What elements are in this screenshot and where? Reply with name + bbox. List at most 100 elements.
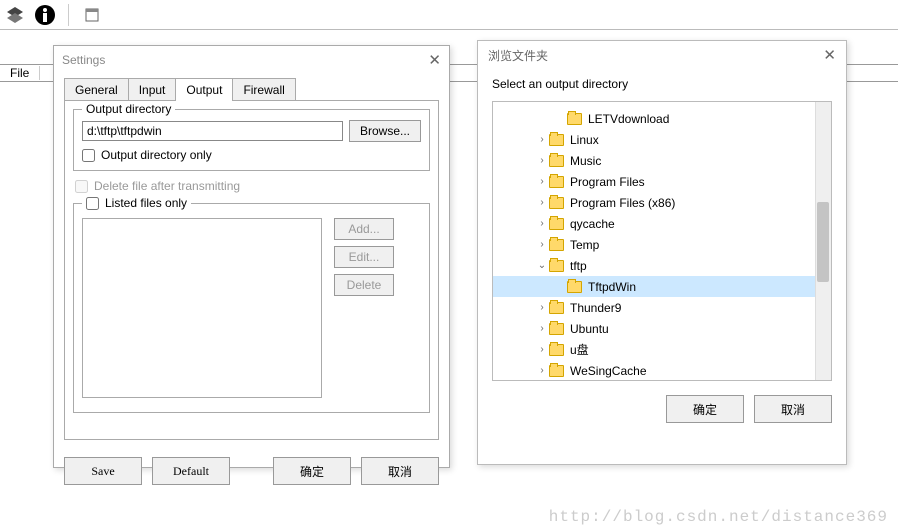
listed-files-group: Listed files only Add... Edit... Delete bbox=[73, 203, 430, 413]
settings-ok-button[interactable]: 确定 bbox=[273, 457, 351, 485]
folder-icon bbox=[549, 323, 564, 335]
app-icon[interactable] bbox=[4, 4, 26, 26]
tree-item-label: Ubuntu bbox=[570, 322, 609, 336]
close-icon[interactable]: ✕ bbox=[428, 51, 441, 69]
browse-cancel-button[interactable]: 取消 bbox=[754, 395, 832, 423]
tree-scrollbar[interactable] bbox=[815, 102, 831, 380]
browse-prompt: Select an output directory bbox=[478, 69, 846, 101]
chevron-right-icon[interactable]: › bbox=[535, 239, 549, 250]
tree-item[interactable]: › Program Files bbox=[493, 171, 831, 192]
folder-tree-wrap: LETVdownload›Linux›Music›Program Files›P… bbox=[492, 101, 832, 381]
close-icon[interactable]: ✕ bbox=[823, 46, 836, 64]
delete-after-label: Delete file after transmitting bbox=[94, 179, 240, 193]
window-icon[interactable] bbox=[81, 4, 103, 26]
folder-icon bbox=[567, 113, 582, 125]
browse-ok-button[interactable]: 确定 bbox=[666, 395, 744, 423]
folder-icon bbox=[549, 260, 564, 272]
tree-item-label: Temp bbox=[570, 238, 599, 252]
listed-files-only-box[interactable] bbox=[86, 197, 99, 210]
output-directory-group: Output directory Browse... Output direct… bbox=[73, 109, 430, 171]
tree-item[interactable]: LETVdownload bbox=[493, 108, 831, 129]
delete-after-checkbox: Delete file after transmitting bbox=[75, 179, 428, 193]
tree-item[interactable]: › u盘 bbox=[493, 339, 831, 360]
tree-item[interactable]: › Temp bbox=[493, 234, 831, 255]
toolbar-separator bbox=[68, 4, 69, 26]
output-directory-only-label: Output directory only bbox=[101, 148, 212, 162]
folder-icon bbox=[549, 134, 564, 146]
settings-tabs: General Input Output Firewall bbox=[64, 78, 439, 101]
tree-item[interactable]: TftpdWin bbox=[493, 276, 831, 297]
folder-icon bbox=[549, 344, 564, 356]
tree-item-label: TftpdWin bbox=[588, 280, 636, 294]
output-directory-input[interactable] bbox=[82, 121, 343, 141]
tree-item[interactable]: › Ubuntu bbox=[493, 318, 831, 339]
column-file[interactable]: File bbox=[0, 66, 40, 80]
add-button: Add... bbox=[334, 218, 394, 240]
browse-button[interactable]: Browse... bbox=[349, 120, 421, 142]
tab-input[interactable]: Input bbox=[128, 78, 177, 101]
browse-folder-dialog: 浏览文件夹 ✕ Select an output directory LETVd… bbox=[477, 40, 847, 465]
tree-item[interactable]: › Music bbox=[493, 150, 831, 171]
chevron-right-icon[interactable]: › bbox=[535, 134, 549, 145]
browse-title-text: 浏览文件夹 bbox=[488, 47, 548, 64]
chevron-right-icon[interactable]: › bbox=[535, 155, 549, 166]
delete-after-box bbox=[75, 180, 88, 193]
listed-files-only-label: Listed files only bbox=[105, 196, 187, 210]
tree-item-label: Program Files (x86) bbox=[570, 196, 675, 210]
output-directory-only-box[interactable] bbox=[82, 149, 95, 162]
tree-item[interactable]: › Program Files (x86) bbox=[493, 192, 831, 213]
folder-icon bbox=[567, 281, 582, 293]
folder-icon bbox=[549, 365, 564, 377]
tree-item-label: Program Files bbox=[570, 175, 645, 189]
folder-tree[interactable]: LETVdownload›Linux›Music›Program Files›P… bbox=[493, 102, 831, 381]
watermark-text: http://blog.csdn.net/distance369 bbox=[549, 508, 888, 526]
chevron-right-icon[interactable]: › bbox=[535, 344, 549, 355]
output-directory-only-checkbox[interactable]: Output directory only bbox=[82, 148, 421, 162]
listed-files-only-checkbox[interactable]: Listed files only bbox=[82, 196, 191, 210]
browse-button-row: 确定 取消 bbox=[478, 381, 846, 437]
chevron-right-icon[interactable]: › bbox=[535, 302, 549, 313]
tree-item-label: tftp bbox=[570, 259, 587, 273]
folder-icon bbox=[549, 302, 564, 314]
save-button[interactable]: Save bbox=[64, 457, 142, 485]
tree-item[interactable]: › WeSingCache bbox=[493, 360, 831, 381]
tree-item[interactable]: ⌄ tftp bbox=[493, 255, 831, 276]
tree-item-label: u盘 bbox=[570, 341, 589, 358]
tab-general[interactable]: General bbox=[64, 78, 129, 101]
browse-titlebar: 浏览文件夹 ✕ bbox=[478, 41, 846, 69]
chevron-right-icon[interactable]: › bbox=[535, 365, 549, 376]
settings-dialog: Settings ✕ General Input Output Firewall… bbox=[53, 45, 450, 468]
edit-button: Edit... bbox=[334, 246, 394, 268]
default-button[interactable]: Default bbox=[152, 457, 230, 485]
chevron-right-icon[interactable]: › bbox=[535, 197, 549, 208]
chevron-right-icon[interactable]: › bbox=[535, 218, 549, 229]
tree-item-label: qycache bbox=[570, 217, 615, 231]
output-directory-label: Output directory bbox=[82, 102, 175, 116]
listed-files-listbox[interactable] bbox=[82, 218, 322, 398]
folder-icon bbox=[549, 155, 564, 167]
tree-item-label: LETVdownload bbox=[588, 112, 669, 126]
tree-item-label: Thunder9 bbox=[570, 301, 621, 315]
tree-item[interactable]: › Thunder9 bbox=[493, 297, 831, 318]
info-icon[interactable] bbox=[34, 4, 56, 26]
chevron-right-icon[interactable]: › bbox=[535, 176, 549, 187]
folder-icon bbox=[549, 176, 564, 188]
main-toolbar bbox=[0, 0, 898, 30]
chevron-right-icon[interactable]: › bbox=[535, 323, 549, 334]
tab-output[interactable]: Output bbox=[175, 78, 233, 101]
tree-item[interactable]: › qycache bbox=[493, 213, 831, 234]
tree-item-label: WeSingCache bbox=[570, 364, 647, 378]
folder-icon bbox=[549, 197, 564, 209]
scroll-thumb[interactable] bbox=[817, 202, 829, 282]
settings-button-row: Save Default 确定 取消 bbox=[54, 451, 449, 495]
settings-cancel-button[interactable]: 取消 bbox=[361, 457, 439, 485]
tab-output-body: Output directory Browse... Output direct… bbox=[64, 100, 439, 440]
tab-firewall[interactable]: Firewall bbox=[232, 78, 295, 101]
folder-icon bbox=[549, 239, 564, 251]
chevron-down-icon[interactable]: ⌄ bbox=[535, 260, 549, 271]
folder-icon bbox=[549, 218, 564, 230]
tree-item-label: Music bbox=[570, 154, 601, 168]
tree-item[interactable]: ›Linux bbox=[493, 129, 831, 150]
settings-title-text: Settings bbox=[62, 53, 105, 67]
delete-button: Delete bbox=[334, 274, 394, 296]
